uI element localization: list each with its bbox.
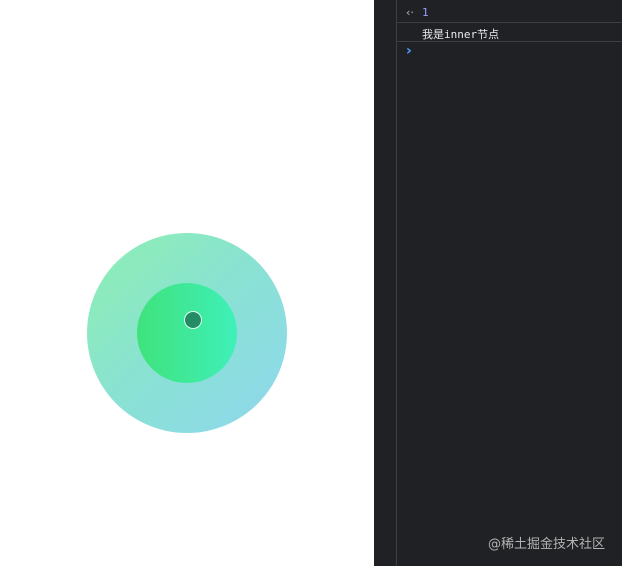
result-arrow-icon: ‹· [406, 6, 414, 19]
console-log-message[interactable]: 我是inner节点 [422, 26, 499, 42]
outer-circle[interactable] [87, 233, 287, 433]
center-dot[interactable] [184, 311, 202, 329]
inner-circle[interactable] [137, 283, 237, 383]
browser-viewport [0, 0, 374, 566]
console-log-row: 我是inner节点 [397, 23, 622, 42]
console-gutter [374, 0, 397, 566]
console-result-value[interactable]: 1 [422, 6, 429, 19]
console-input-row[interactable]: › [397, 42, 622, 62]
screenshot-page: ‹· 1 我是inner节点 › @稀土掘金技术社区 [0, 0, 622, 566]
devtools-console-panel: ‹· 1 我是inner节点 › @稀土掘金技术社区 [374, 0, 622, 566]
juejin-watermark: @稀土掘金技术社区 [487, 537, 605, 552]
console-prompt-icon: › [406, 43, 412, 59]
console-result-row: ‹· 1 [397, 4, 622, 23]
